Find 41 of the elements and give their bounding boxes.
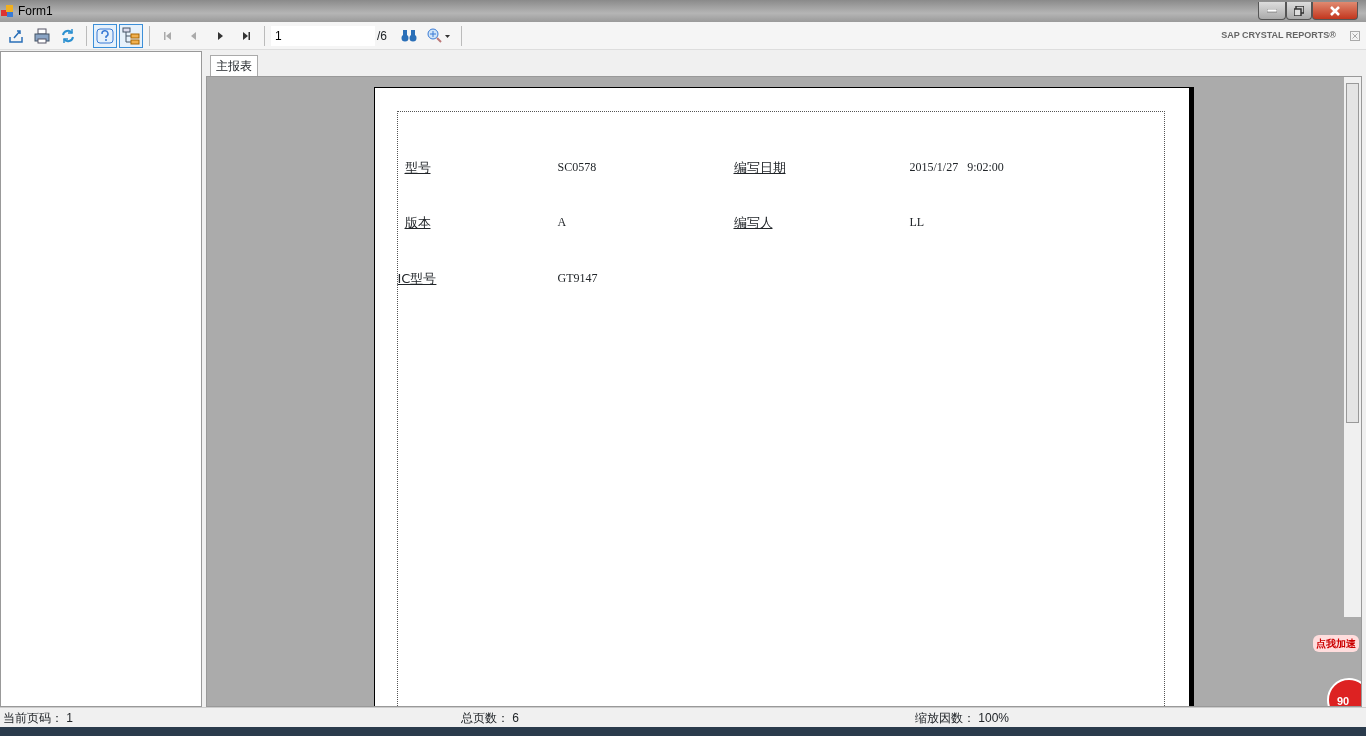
page-number-field[interactable]: 1 [271, 25, 375, 46]
field-label: 版本 [403, 214, 432, 232]
field-label: IC型号 [397, 270, 438, 288]
window-title: Form1 [18, 3, 53, 20]
printer-icon [33, 26, 51, 45]
close-button[interactable] [1312, 2, 1358, 20]
scroll-thumb[interactable] [1346, 83, 1359, 423]
restore-icon [1294, 5, 1304, 16]
field-value: LL [909, 214, 925, 231]
binoculars-icon [401, 28, 417, 43]
minimize-icon [1267, 8, 1277, 13]
close-panel-button[interactable] [1348, 28, 1362, 43]
restore-button[interactable] [1286, 2, 1312, 20]
field-label: 型号 [403, 159, 432, 177]
status-text: 缩放因数： 100% [915, 710, 1010, 725]
close-icon [1330, 5, 1340, 16]
page-total: /6 [377, 27, 387, 45]
status-text: 总页数： 6 [461, 710, 519, 725]
status-text: 当前页码： 1 [3, 710, 73, 725]
report-tab[interactable]: 主报表 [210, 55, 258, 76]
minimize-button[interactable] [1258, 2, 1286, 20]
field-value: 2015/1/27 9:02:00 [909, 159, 1004, 176]
field-label: 编写人 [733, 214, 774, 232]
vertical-scrollbar[interactable] [1344, 77, 1361, 617]
zoom-in-icon [427, 27, 451, 44]
score-badge: 90 [1327, 678, 1361, 706]
field-value: SC0578 [557, 159, 598, 176]
last-page-icon [240, 29, 252, 42]
brand-label: SAP CRYSTAL REPORTS® [1221, 28, 1336, 42]
close-icon [1350, 30, 1360, 41]
speed-up-bubble[interactable]: 点我加速 [1313, 635, 1359, 652]
tree-button[interactable] [119, 23, 143, 48]
app-icon [0, 4, 14, 18]
field-label: 编写日期 [733, 159, 787, 177]
refresh-icon [59, 26, 77, 45]
help-button[interactable] [93, 23, 117, 48]
field-value: A [557, 214, 568, 231]
first-page-icon [162, 29, 174, 42]
tree-icon [122, 26, 140, 45]
field-value: GT9147 [557, 270, 599, 287]
help-icon [96, 26, 114, 45]
